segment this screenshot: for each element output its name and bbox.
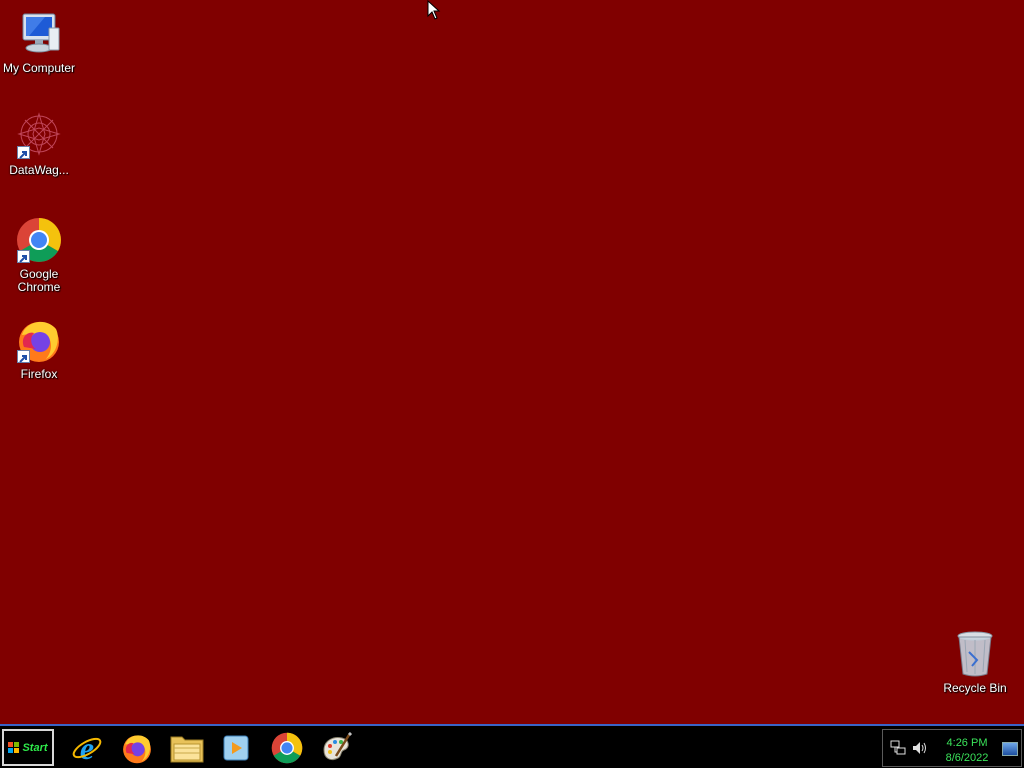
windows-logo-icon [8, 741, 20, 753]
taskbar-app-file-explorer[interactable] [169, 730, 205, 766]
computer-icon [15, 10, 63, 58]
taskbar: Start e 4:26 PM 8/6/2022 [0, 724, 1024, 768]
chrome-icon [15, 216, 63, 264]
desktop-icon-label: DataWag... [9, 163, 69, 177]
desktop-icon-label: Google Chrome [17, 267, 61, 294]
desktop-icon-label: My Computer [2, 61, 76, 75]
shortcut-arrow-icon [17, 146, 30, 159]
clock-time: 4:26 PM [946, 737, 988, 749]
internet-explorer-icon: e [72, 732, 102, 764]
recycle-bin-icon [951, 630, 999, 678]
chrome-icon [271, 732, 303, 764]
taskbar-app-internet-explorer[interactable]: e [69, 730, 105, 766]
start-button[interactable]: Start [2, 729, 54, 766]
volume-icon[interactable] [911, 740, 929, 756]
paint-icon [323, 732, 352, 761]
desktop-icon-label: Recycle Bin [943, 681, 1007, 695]
desktop-icon-datawag[interactable]: DataWag... [0, 112, 78, 177]
desktop-icon-recycle-bin[interactable]: Recycle Bin [936, 630, 1014, 695]
desktop-icon-firefox[interactable]: Firefox [0, 316, 78, 381]
show-desktop-icon[interactable] [1002, 742, 1018, 756]
taskbar-app-paint[interactable] [318, 730, 354, 766]
start-label: Start [22, 741, 48, 754]
svg-text:e: e [80, 732, 94, 764]
shortcut-arrow-icon [17, 350, 30, 363]
desktop-icon-google-chrome[interactable]: Google Chrome [0, 216, 78, 294]
shortcut-arrow-icon [17, 250, 30, 263]
network-icon[interactable] [889, 740, 907, 756]
firefox-icon [15, 316, 63, 364]
firefox-icon [123, 735, 151, 764]
clock-date: 8/6/2022 [945, 752, 989, 764]
desktop-icon-label: Firefox [20, 367, 58, 381]
media-player-icon [223, 735, 249, 761]
folder-icon [170, 736, 204, 763]
taskbar-app-firefox[interactable] [119, 730, 155, 766]
system-tray: 4:26 PM 8/6/2022 [882, 729, 1022, 767]
desktop-icon-my-computer[interactable]: My Computer [0, 10, 78, 75]
mouse-cursor-icon [427, 0, 441, 20]
taskbar-clock[interactable]: 4:26 PM 8/6/2022 [931, 736, 1003, 766]
taskbar-app-media-player[interactable] [218, 730, 254, 766]
datawag-icon [15, 112, 63, 160]
taskbar-app-google-chrome[interactable] [269, 730, 305, 766]
